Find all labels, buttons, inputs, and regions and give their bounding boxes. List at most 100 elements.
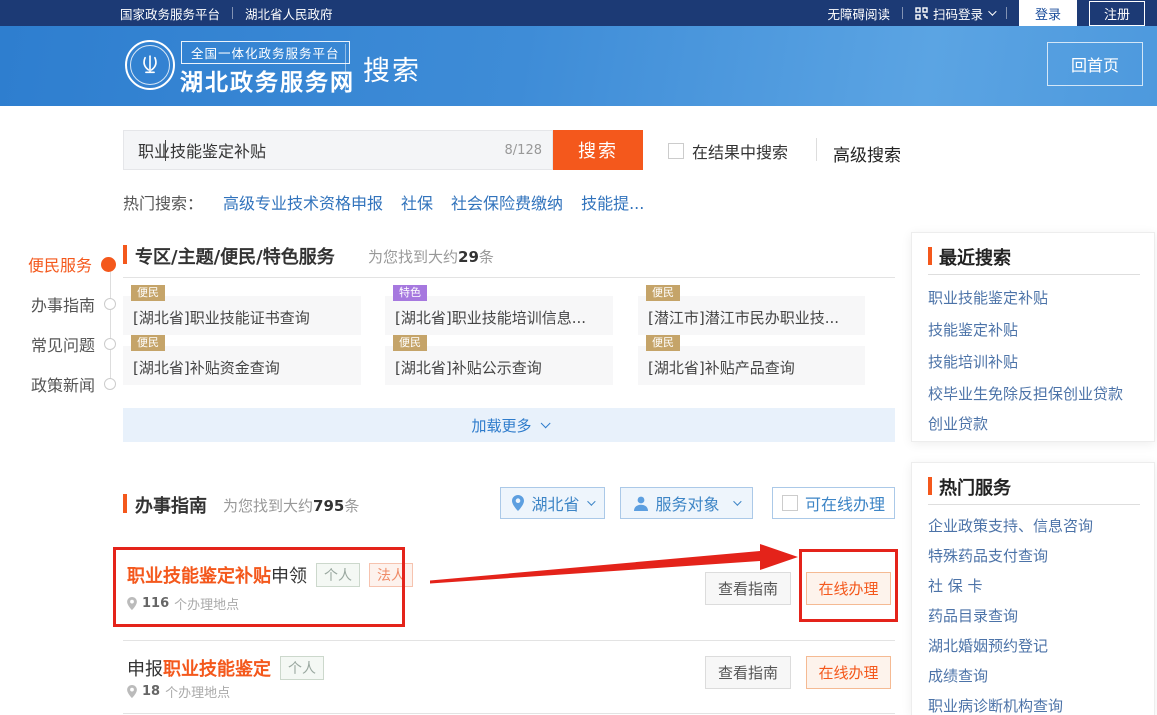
divider [123,277,895,278]
hot-search-link[interactable]: 技能提... [581,190,644,214]
result-title[interactable]: 申报职业技能鉴定个人 [127,655,324,681]
divider [928,274,1140,275]
hot-services-title: 热门服务 [939,474,1011,500]
locations-suffix: 个办理地点 [165,682,230,701]
service-card[interactable]: [湖北省]职业技能证书查询 [123,296,361,335]
online-handle-button[interactable]: 在线办理 [806,656,891,689]
nav-connector-line [110,266,111,384]
service-card-title: [湖北省]补贴产品查询 [648,357,795,378]
sidebar-item-convenience[interactable]: 便民服务 [28,252,116,276]
divider [232,7,233,19]
online-filter-label: 可在线办理 [805,491,885,515]
qr-login-menu[interactable]: 扫码登录 [915,4,994,23]
chevron-down-icon [587,497,595,505]
result-title-highlight: 职业技能鉴定 [163,659,271,680]
home-button[interactable]: 回首页 [1047,42,1143,86]
hot-service-item[interactable]: 职业病诊断机构查询 [928,695,1063,715]
section-accent-bar [928,477,932,495]
search-query-text: 职业技能鉴定补贴 [138,138,505,162]
hot-search-label: 热门搜索： [123,190,203,214]
service-card-title: [湖北省]补贴公示查询 [395,357,542,378]
service-card[interactable]: [潜江市]潜江市民办职业技... [638,296,865,335]
service-tag: 特色 [393,285,427,301]
nav-label: 办事指南 [31,292,95,316]
accessibility-link[interactable]: 无障碍阅读 [827,4,890,23]
hot-service-item[interactable]: 特殊药品支付查询 [928,545,1048,566]
search-button[interactable]: 搜索 [553,130,643,170]
recent-search-title: 最近搜索 [939,244,1011,270]
count-number: 29 [458,248,479,266]
audience-filter-label: 服务对象 [655,491,719,515]
locations-count: 116 [142,596,169,611]
national-platform-link[interactable]: 国家政务服务平台 [120,4,220,23]
hot-search-link[interactable]: 社保 [401,190,433,214]
sidebar-item-guides[interactable]: 办事指南 [31,292,116,316]
login-button[interactable]: 登录 [1019,0,1077,27]
sidebar-item-policy-news[interactable]: 政策新闻 [31,372,116,396]
recent-search-item[interactable]: 技能鉴定补贴 [928,319,1018,340]
chevron-down-icon [733,497,741,505]
search-in-results-checkbox[interactable]: 在结果中搜索 [668,139,788,163]
result-locations: 18个办理地点 [127,682,230,701]
hot-service-item[interactable]: 成绩查询 [928,665,988,686]
service-card-title: [湖北省]职业技能证书查询 [133,307,310,328]
divider [1006,7,1007,19]
checkbox-icon[interactable] [668,143,684,159]
text-caret [165,140,166,161]
hubei-gov-link[interactable]: 湖北省人民政府 [245,4,333,23]
topbar-actions: 无障碍阅读 扫码登录 登录 注册 [827,0,1145,27]
hot-search-link[interactable]: 高级专业技术资格申报 [223,190,383,214]
result-locations: 116个办理地点 [127,594,239,613]
qr-code-icon [915,7,928,20]
hot-service-item[interactable]: 企业政策支持、信息咨询 [928,515,1093,536]
nav-label: 便民服务 [28,252,92,276]
advanced-search-link[interactable]: 高级搜索 [833,141,901,166]
recent-search-item[interactable]: 校毕业生免除反担保创业贷款 [928,383,1123,404]
count-suffix: 条 [479,248,494,266]
view-guide-button[interactable]: 查看指南 [705,572,791,605]
page-title: 搜索 [363,49,421,88]
service-card[interactable]: [湖北省]职业技能培训信息... [385,296,613,335]
hot-services-card: 热门服务 企业政策支持、信息咨询 特殊药品支付查询 社 保 卡 药品目录查询 湖… [911,462,1155,715]
chevron-down-icon [988,7,996,15]
online-filter-checkbox[interactable]: 可在线办理 [772,487,895,519]
recent-search-item[interactable]: 技能培训补贴 [928,351,1018,372]
search-results-page: 国家政务服务平台 湖北省人民政府 无障碍阅读 扫码登录 登录 注册 [0,0,1157,715]
nav-label: 政策新闻 [31,372,95,396]
service-card[interactable]: [湖北省]补贴公示查询 [385,346,613,385]
hot-search-link[interactable]: 社会保险费缴纳 [451,190,563,214]
search-input[interactable]: 职业技能鉴定补贴 8/128 [123,130,553,170]
sidebar-item-faq[interactable]: 常见问题 [31,332,116,356]
service-card[interactable]: [湖北省]补贴资金查询 [123,346,361,385]
recent-search-item[interactable]: 职业技能鉴定补贴 [928,287,1048,308]
view-guide-button[interactable]: 查看指南 [705,656,791,689]
load-more-button[interactable]: 加载更多 [123,408,895,442]
service-card-title: [潜江市]潜江市民办职业技... [648,307,839,328]
divider [123,640,895,641]
location-pin-icon [127,597,137,610]
checkbox-icon[interactable] [782,495,798,511]
count-prefix: 为您找到大约 [368,248,458,266]
load-more-label: 加载更多 [471,415,531,436]
section-accent-bar [928,247,932,265]
nav-dot-icon [104,298,116,310]
hot-search-row: 热门搜索： 高级专业技术资格申报 社保 社会保险费缴纳 技能提... [123,190,662,214]
site-header: 全国一体化政务服务平台 湖北政务服务网 搜索 回首页 [0,26,1157,106]
service-card[interactable]: [湖北省]补贴产品查询 [638,346,865,385]
region-filter-dropdown[interactable]: 湖北省 [500,487,605,519]
hot-service-item[interactable]: 湖北婚姻预约登记 [928,635,1048,656]
legal-entity-tag: 法人 [369,563,413,587]
section-accent-bar [123,245,127,264]
result-title-prefix: 申报 [127,659,163,680]
online-handle-button[interactable]: 在线办理 [806,572,891,605]
logo-emblem-icon [137,52,163,78]
guide-result-count: 为您找到大约795条 [223,495,359,516]
register-button[interactable]: 注册 [1089,1,1145,26]
service-tag: 便民 [131,335,165,351]
hot-service-item[interactable]: 社 保 卡 [928,575,983,596]
topbar-links: 国家政务服务平台 湖北省人民政府 [120,4,333,23]
hot-service-item[interactable]: 药品目录查询 [928,605,1018,626]
recent-search-item[interactable]: 创业贷款 [928,413,988,434]
audience-filter-dropdown[interactable]: 服务对象 [620,487,753,519]
result-title[interactable]: 职业技能鉴定补贴申领个人法人 [127,562,413,588]
